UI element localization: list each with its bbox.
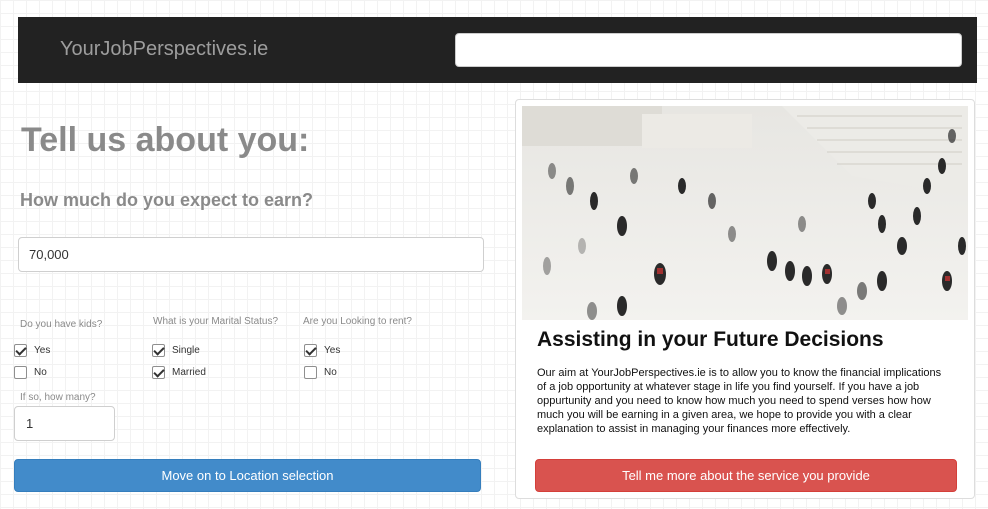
panel-title: Assisting in your Future Decisions [537, 328, 884, 351]
checkbox-checked-icon[interactable] [304, 344, 317, 357]
kids-yes-label: Yes [34, 345, 51, 356]
rent-no-checkbox[interactable]: No [304, 366, 337, 379]
marital-single-checkbox[interactable]: Single [152, 344, 200, 357]
kids-question-label: Do you have kids? [20, 319, 103, 330]
service-info-button[interactable]: Tell me more about the service you provi… [535, 459, 957, 492]
crowd-photo [522, 106, 968, 320]
marital-single-label: Single [172, 345, 200, 356]
kids-no-label: No [34, 367, 47, 378]
kids-no-checkbox[interactable]: No [14, 366, 47, 379]
rent-yes-label: Yes [324, 345, 341, 356]
marital-married-label: Married [172, 367, 206, 378]
kids-count-label: If so, how many? [20, 392, 96, 403]
crowd-photo-illustration [522, 106, 968, 320]
marital-married-checkbox[interactable]: Married [152, 366, 206, 379]
rent-yes-checkbox[interactable]: Yes [304, 344, 340, 357]
earnings-input[interactable] [18, 237, 484, 272]
earn-question-label: How much do you expect to earn? [20, 190, 314, 210]
location-selection-button[interactable]: Move on to Location selection [14, 459, 481, 492]
checkbox-checked-icon[interactable] [152, 366, 165, 379]
top-navbar: YourJobPerspectives.ie [18, 17, 977, 83]
site-brand[interactable]: YourJobPerspectives.ie [60, 38, 268, 61]
checkbox-unchecked-icon[interactable] [14, 366, 27, 379]
kids-count-input[interactable] [14, 406, 115, 441]
info-panel: Assisting in your Future Decisions Our a… [515, 99, 975, 499]
kids-yes-checkbox[interactable]: Yes [14, 344, 50, 357]
form-title: Tell us about you: [21, 121, 310, 159]
checkbox-checked-icon[interactable] [152, 344, 165, 357]
navbar-search-input[interactable] [455, 33, 962, 67]
marital-question-label: What is your Marital Status? [153, 316, 279, 327]
panel-description: Our aim at YourJobPerspectives.ie is to … [537, 367, 942, 435]
rent-question-label: Are you Looking to rent? [303, 316, 412, 327]
rent-no-label: No [324, 367, 337, 378]
checkbox-checked-icon[interactable] [14, 344, 27, 357]
checkbox-unchecked-icon[interactable] [304, 366, 317, 379]
